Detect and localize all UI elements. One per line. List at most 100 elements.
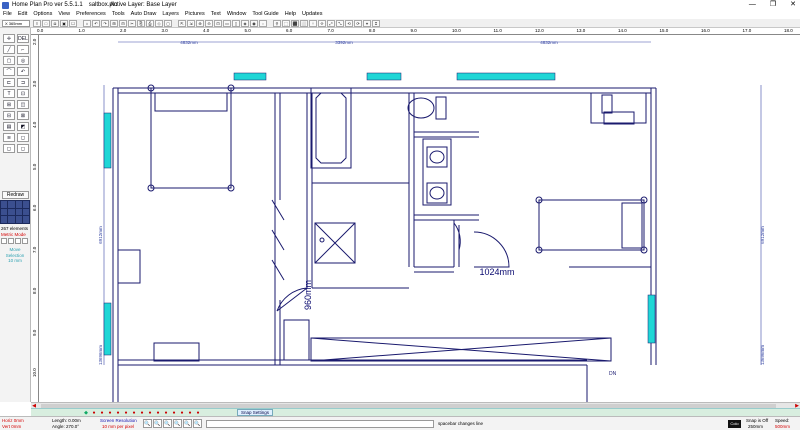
interior-wall bbox=[312, 182, 409, 289]
drawing-tool-icon[interactable]: ◻ bbox=[17, 133, 29, 142]
menu-preferences[interactable]: Preferences bbox=[76, 10, 106, 19]
drawing-tool-icon[interactable]: ▤ bbox=[3, 122, 15, 131]
menu-updates[interactable]: Updates bbox=[302, 10, 323, 19]
toolbar-button[interactable]: ⊡ bbox=[214, 19, 222, 27]
menu-tool-guide[interactable]: Tool Guide bbox=[252, 10, 278, 19]
menu-options[interactable]: Options bbox=[33, 10, 52, 19]
toolbar-button[interactable]: ⎙ bbox=[146, 19, 154, 27]
toolbar-button[interactable]: ⬚ bbox=[282, 19, 290, 27]
toolbar-button[interactable]: ⟲ bbox=[345, 19, 353, 27]
move-selection[interactable]: Move Selection 10 mm bbox=[0, 247, 30, 264]
zoom-icon[interactable]: 🔍 bbox=[153, 419, 162, 428]
zoom-icon[interactable]: 🔍 bbox=[163, 419, 172, 428]
toolbar-button[interactable]: ⎘ bbox=[137, 19, 145, 27]
toolbar-button[interactable]: ⤡ bbox=[336, 19, 344, 27]
toolbar-button[interactable]: ⌖ bbox=[363, 19, 371, 27]
close-icon[interactable]: ✕ bbox=[790, 0, 796, 10]
mini-tool-icon[interactable] bbox=[15, 238, 21, 244]
mini-tool-icon[interactable] bbox=[22, 238, 28, 244]
drawing-tool-icon[interactable]: ◫ bbox=[17, 100, 29, 109]
toolbar-button[interactable]: ⌂ bbox=[83, 19, 91, 27]
toolbar-button[interactable]: ◇ bbox=[155, 19, 163, 27]
ruler-tick-label: 7.0 bbox=[32, 246, 37, 253]
toolbar-button[interactable]: ⊖ bbox=[205, 19, 213, 27]
toolbar-button[interactable]: ◻ bbox=[164, 19, 172, 27]
menu-layers[interactable]: Layers bbox=[162, 10, 179, 19]
ruler-tick-label: 8.0 bbox=[369, 28, 376, 33]
menu-file[interactable]: File bbox=[3, 10, 12, 19]
toolbar-button[interactable]: ⊕ bbox=[196, 19, 204, 27]
drawing-tool-icon[interactable]: ◎ bbox=[17, 56, 29, 65]
menu-tools[interactable]: Tools bbox=[112, 10, 125, 19]
drawing-tool-icon[interactable]: ⌐ bbox=[17, 45, 29, 54]
drawing-tool-icon[interactable]: ◻ bbox=[3, 144, 15, 153]
toolbar-button[interactable]: ◉ bbox=[250, 19, 258, 27]
toolbar-button[interactable]: ↷ bbox=[101, 19, 109, 27]
menu-text[interactable]: Text bbox=[211, 10, 221, 19]
menu-window[interactable]: Window bbox=[227, 10, 247, 19]
zoom-icon[interactable]: 🔍 bbox=[173, 419, 182, 428]
mini-tool-icon[interactable] bbox=[1, 238, 7, 244]
drawing-tool-icon[interactable]: ◻ bbox=[17, 144, 29, 153]
drawing-tool-icon[interactable]: ↶ bbox=[17, 67, 29, 76]
drawing-tool-icon[interactable]: DEL bbox=[17, 34, 29, 43]
menu-auto-draw[interactable]: Auto Draw bbox=[131, 10, 157, 19]
drawing-tool-icon[interactable]: ⊡ bbox=[17, 89, 29, 98]
toolbar-button[interactable]: ⟳ bbox=[354, 19, 362, 27]
zoom-icon[interactable]: 🔍 bbox=[193, 419, 202, 428]
toolbar-button[interactable]: ⌗ bbox=[372, 19, 380, 27]
redraw-button[interactable]: Redraw bbox=[2, 191, 29, 199]
drawing-tool-icon[interactable]: ╱ bbox=[3, 45, 15, 54]
toolbar-button[interactable]: ⊞ bbox=[110, 19, 118, 27]
drawing-canvas[interactable]: 4832mm 3392mm 4832mm 6912mm 13696mm 6912… bbox=[39, 35, 800, 402]
drawing-tool-icon[interactable]: ⊟ bbox=[3, 111, 15, 120]
snap-settings-button[interactable]: Snap Settings bbox=[237, 409, 274, 416]
shower-diagonals bbox=[314, 222, 356, 264]
toolbar-button[interactable]: ⚲ bbox=[273, 19, 281, 27]
toolbar-button[interactable]: ✂ bbox=[128, 19, 136, 27]
menu-edit[interactable]: Edit bbox=[18, 10, 27, 19]
toolbar-button[interactable]: ▭ bbox=[223, 19, 231, 27]
toolbar-button[interactable]: ◘ bbox=[51, 19, 59, 27]
drawing-tool-icon[interactable]: ≋ bbox=[3, 133, 15, 142]
toolbar-button[interactable]: ⯑ bbox=[318, 19, 326, 27]
drawing-tool-icon[interactable]: ⊞ bbox=[3, 100, 15, 109]
toolbar-button[interactable]: ≡ bbox=[33, 19, 41, 27]
toolbar-button[interactable]: ⯐ bbox=[309, 19, 317, 27]
zoom-display[interactable]: X 365mm bbox=[2, 20, 30, 27]
toolbar-button[interactable]: ⬜ bbox=[300, 19, 308, 27]
drawing-tool-icon[interactable]: ◩ bbox=[17, 122, 29, 131]
drawing-tool-icon[interactable]: ⊐ bbox=[17, 78, 29, 87]
command-entry[interactable] bbox=[206, 420, 434, 428]
library-grid[interactable] bbox=[0, 200, 30, 224]
maximize-icon[interactable]: ❐ bbox=[770, 0, 776, 10]
toolbar-button[interactable]: ▣ bbox=[60, 19, 68, 27]
drawing-tool-icon[interactable]: T bbox=[3, 89, 15, 98]
drawing-tool-icon[interactable]: ▢ bbox=[3, 56, 15, 65]
drawing-tool-icon[interactable]: ✛ bbox=[3, 34, 15, 43]
toolbar-button[interactable]: ⬛ bbox=[291, 19, 299, 27]
drawing-tool-icon[interactable]: ⊏ bbox=[3, 78, 15, 87]
toolbar-button[interactable]: ⊟ bbox=[119, 19, 127, 27]
drawing-tool-icon[interactable]: ⊠ bbox=[17, 111, 29, 120]
zoom-icon[interactable]: 🔍 bbox=[183, 419, 192, 428]
toolbar-button[interactable]: ◌ bbox=[259, 19, 267, 27]
toolbar-button[interactable]: ↶ bbox=[92, 19, 100, 27]
mini-tool-icon[interactable] bbox=[8, 238, 14, 244]
zoom-icon[interactable]: 🔍 bbox=[143, 419, 152, 428]
toolbar-button[interactable]: ☐ bbox=[69, 19, 77, 27]
toolbar-button[interactable]: ◈ bbox=[241, 19, 249, 27]
toolbar-button[interactable]: ⤢ bbox=[327, 19, 335, 27]
drawing-tool-icon[interactable]: ⌒ bbox=[3, 67, 15, 76]
colour-button[interactable]: Colo bbox=[728, 420, 741, 428]
menu-help[interactable]: Help bbox=[285, 10, 296, 19]
toolbar-button[interactable]: □ bbox=[42, 19, 50, 27]
menu-view[interactable]: View bbox=[58, 10, 70, 19]
menu-pictures[interactable]: Pictures bbox=[185, 10, 205, 19]
minimize-icon[interactable]: — bbox=[749, 0, 756, 10]
toolbar-button[interactable]: ⇱ bbox=[178, 19, 186, 27]
toolbar-button[interactable]: ▯ bbox=[232, 19, 240, 27]
ruler-tick-label: 2.0 bbox=[32, 38, 37, 45]
ruler-tick-label: 17.0 bbox=[742, 28, 752, 33]
toolbar-button[interactable]: ⇲ bbox=[187, 19, 195, 27]
